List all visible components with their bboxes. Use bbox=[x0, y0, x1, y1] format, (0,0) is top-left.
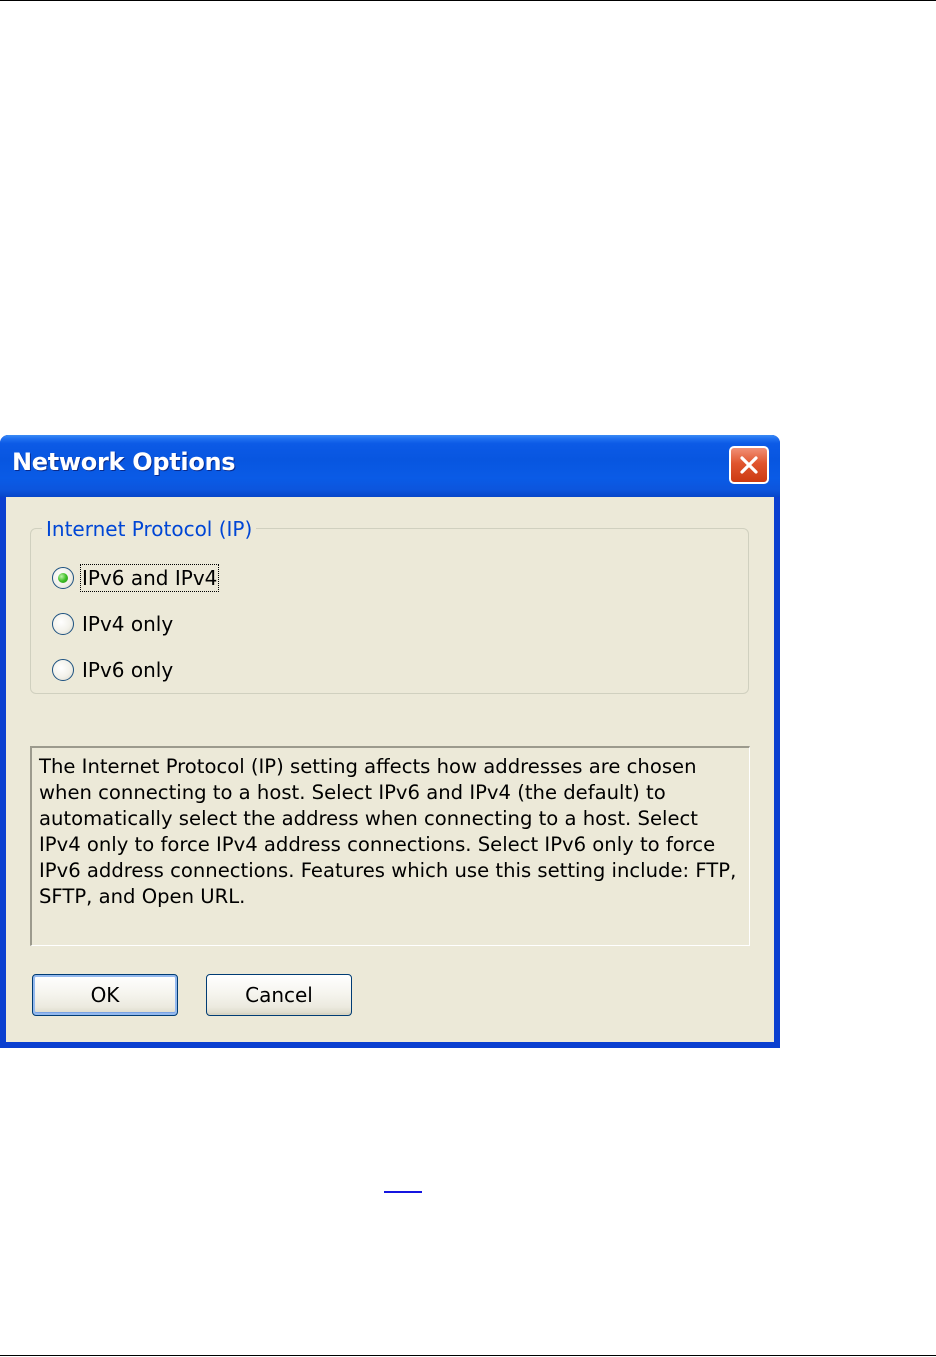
title-bar[interactable]: Network Options bbox=[0, 435, 780, 497]
radio-label: IPv6 and IPv4 bbox=[79, 564, 220, 592]
cancel-button[interactable]: Cancel bbox=[206, 974, 352, 1016]
radio-ipv4-only[interactable]: IPv4 only bbox=[52, 610, 174, 638]
page-bottom-rule bbox=[0, 1355, 936, 1356]
radio-label: IPv4 only bbox=[82, 612, 174, 636]
page-top-rule bbox=[0, 0, 936, 1]
ok-button[interactable]: OK bbox=[32, 974, 178, 1016]
radio-button[interactable] bbox=[52, 659, 74, 681]
close-button[interactable] bbox=[729, 446, 769, 484]
dialog-client-area: Internet Protocol (IP) IPv6 and IPv4 IPv… bbox=[6, 497, 774, 1042]
description-text: The Internet Protocol (IP) setting affec… bbox=[30, 746, 750, 946]
radio-button[interactable] bbox=[52, 613, 74, 635]
radio-button-checked[interactable] bbox=[52, 567, 74, 589]
groupbox-label: Internet Protocol (IP) bbox=[42, 517, 257, 541]
dialog-title: Network Options bbox=[12, 448, 236, 476]
link-underline[interactable] bbox=[384, 1191, 422, 1193]
radio-ipv6-and-ipv4[interactable]: IPv6 and IPv4 bbox=[52, 564, 220, 592]
network-options-dialog: Network Options Internet Protocol (IP) I… bbox=[0, 435, 780, 1048]
radio-label: IPv6 only bbox=[82, 658, 174, 682]
radio-ipv6-only[interactable]: IPv6 only bbox=[52, 656, 174, 684]
close-icon bbox=[740, 456, 758, 474]
